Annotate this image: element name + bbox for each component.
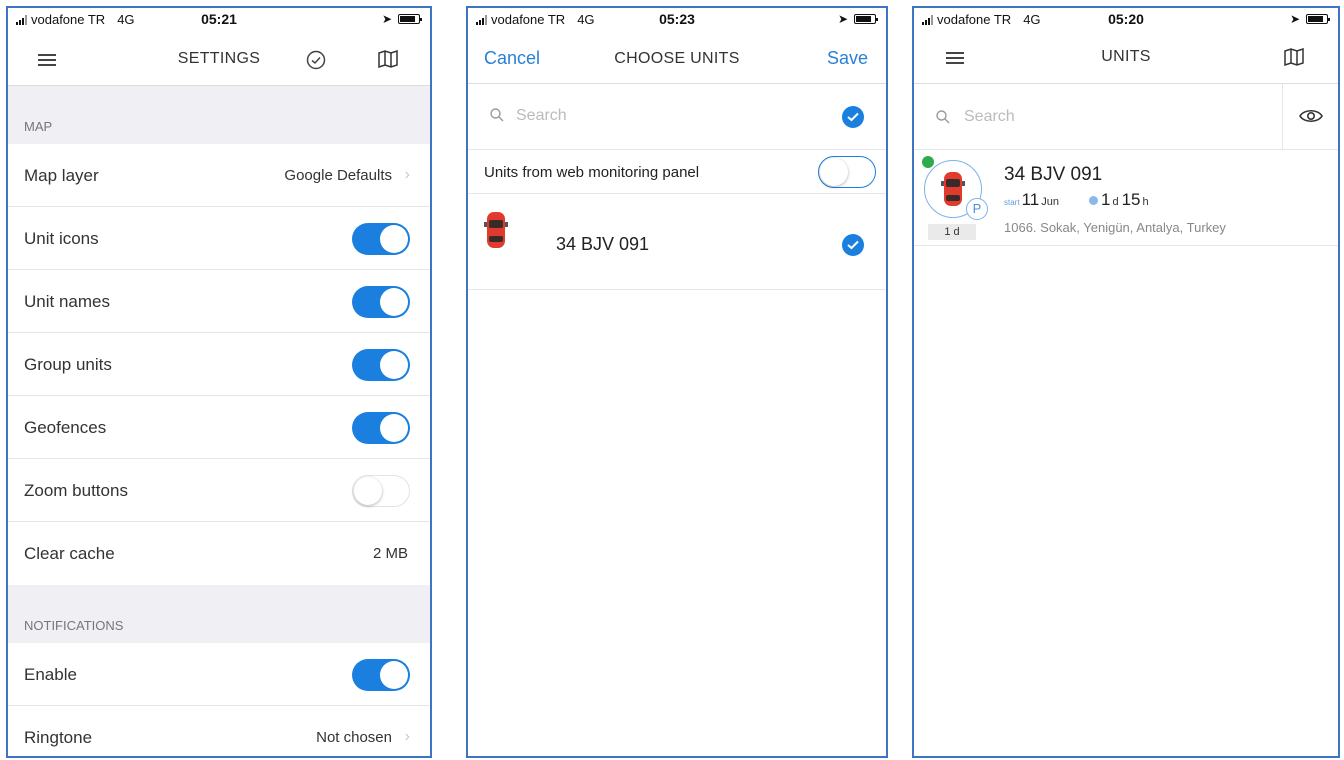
status-time: 05:23 <box>659 11 695 27</box>
search-bar: Search <box>914 84 1338 150</box>
settings-screen: vodafone TR 4G 05:21 ➤ SETTINGS MAP Map … <box>6 6 432 758</box>
settings-navbar: SETTINGS <box>8 30 430 86</box>
car-icon <box>484 212 508 248</box>
section-header-map: MAP <box>8 86 430 144</box>
duration-days-unit: d <box>1112 196 1119 208</box>
section-header-notifications: NOTIFICATIONS <box>8 585 430 643</box>
status-bar: vodafone TR 4G 05:20 ➤ <box>914 8 1338 30</box>
search-icon <box>936 110 950 124</box>
units-navbar: UNITS <box>914 30 1338 84</box>
setting-label: Unit names <box>24 292 110 311</box>
unit-name: 34 BJV 091 <box>1004 164 1103 185</box>
save-button[interactable]: Save <box>827 48 868 69</box>
clock-icon <box>1088 196 1098 205</box>
zoom-buttons-toggle[interactable] <box>352 475 410 507</box>
unit-address: 1066. Sokak, Yenigün, Antalya, Turkey <box>1004 220 1226 235</box>
setting-label: Group units <box>24 355 112 374</box>
start-day: 11 <box>1021 190 1040 209</box>
start-month: Jun <box>1041 196 1059 208</box>
setting-label: Geofences <box>24 418 107 437</box>
status-time: 05:20 <box>1108 11 1144 27</box>
visibility-button[interactable] <box>1282 84 1338 150</box>
unit-names-toggle[interactable] <box>352 286 410 318</box>
section-title: MAP <box>24 119 53 134</box>
unit-name: 34 BJV 091 <box>556 234 650 254</box>
start-label: start <box>1004 198 1020 207</box>
list-item[interactable]: 34 BJV 091 <box>468 194 886 290</box>
unit-icons-toggle[interactable] <box>352 223 410 255</box>
unit-meta: start 11 Jun 1 d 15 h <box>1004 190 1149 210</box>
select-all-checkbox[interactable] <box>842 106 864 128</box>
check-icon <box>847 112 859 122</box>
check-circle-icon[interactable] <box>306 50 326 70</box>
battery-icon <box>398 14 422 24</box>
status-dot-icon <box>922 156 934 168</box>
setting-label: Enable <box>24 665 77 684</box>
location-arrow-icon: ➤ <box>381 12 392 26</box>
setting-value: Not chosen <box>316 729 392 746</box>
setting-label: Ringtone <box>24 728 93 747</box>
setting-ringtone[interactable]: Ringtone Not chosen › <box>8 706 430 756</box>
group-units-toggle[interactable] <box>352 349 410 381</box>
setting-label: Clear cache <box>24 544 115 563</box>
page-title: UNITS <box>1101 48 1151 65</box>
duration-hours-unit: h <box>1142 196 1149 208</box>
setting-enable: Enable <box>8 643 430 706</box>
setting-unit-names: Unit names <box>8 270 430 333</box>
setting-geofences: Geofences <box>8 396 430 459</box>
status-bar: vodafone TR 4G 05:23 ➤ <box>468 8 886 30</box>
status-bar: vodafone TR 4G 05:21 ➤ <box>8 8 430 30</box>
list-item[interactable]: P 1 d 34 BJV 091 start 11 Jun 1 d 15 h 1… <box>914 150 1338 246</box>
setting-value: Google Defaults <box>284 167 392 184</box>
status-time: 05:21 <box>201 11 237 27</box>
map-icon[interactable] <box>378 50 398 68</box>
setting-group-units: Group units <box>8 333 430 396</box>
chevron-right-icon: › <box>404 166 410 183</box>
web-panel-toggle[interactable] <box>818 156 876 188</box>
chevron-right-icon: › <box>404 728 410 745</box>
choose-units-navbar: Cancel CHOOSE UNITS Save <box>468 30 886 84</box>
battery-icon <box>854 14 878 24</box>
setting-label: Map layer <box>24 166 99 185</box>
day-badge: 1 d <box>928 224 976 240</box>
setting-unit-icons: Unit icons <box>8 207 430 270</box>
search-bar: Search <box>468 84 886 150</box>
location-arrow-icon: ➤ <box>1289 12 1300 26</box>
location-arrow-icon: ➤ <box>837 12 848 26</box>
check-icon <box>847 240 859 250</box>
search-input[interactable]: Search <box>516 107 567 125</box>
page-title: CHOOSE UNITS <box>614 50 740 67</box>
setting-label: Unit icons <box>24 229 99 248</box>
map-icon[interactable] <box>1284 48 1304 66</box>
setting-clear-cache[interactable]: Clear cache 2 MB <box>8 522 430 585</box>
search-icon <box>490 108 504 122</box>
web-panel-row: Units from web monitoring panel <box>468 150 886 194</box>
setting-zoom-buttons: Zoom buttons <box>8 459 430 522</box>
duration-hours: 15 <box>1121 190 1141 209</box>
enable-notifications-toggle[interactable] <box>352 659 410 691</box>
section-title: NOTIFICATIONS <box>24 618 124 633</box>
web-panel-label: Units from web monitoring panel <box>484 164 700 181</box>
choose-units-screen: vodafone TR 4G 05:23 ➤ Cancel CHOOSE UNI… <box>466 6 888 758</box>
car-icon <box>941 172 965 206</box>
eye-icon <box>1299 109 1323 123</box>
search-input[interactable]: Search <box>964 108 1015 126</box>
duration-days: 1 <box>1100 190 1111 209</box>
page-title: SETTINGS <box>177 50 261 67</box>
cache-size: 2 MB <box>372 545 408 562</box>
units-screen: vodafone TR 4G 05:20 ➤ UNITS Search P 1 … <box>912 6 1340 758</box>
setting-label: Zoom buttons <box>24 481 128 500</box>
unit-checkbox[interactable] <box>842 234 864 256</box>
setting-map-layer[interactable]: Map layer Google Defaults › <box>8 144 430 207</box>
parking-icon: P <box>966 198 988 220</box>
geofences-toggle[interactable] <box>352 412 410 444</box>
battery-icon <box>1306 14 1330 24</box>
